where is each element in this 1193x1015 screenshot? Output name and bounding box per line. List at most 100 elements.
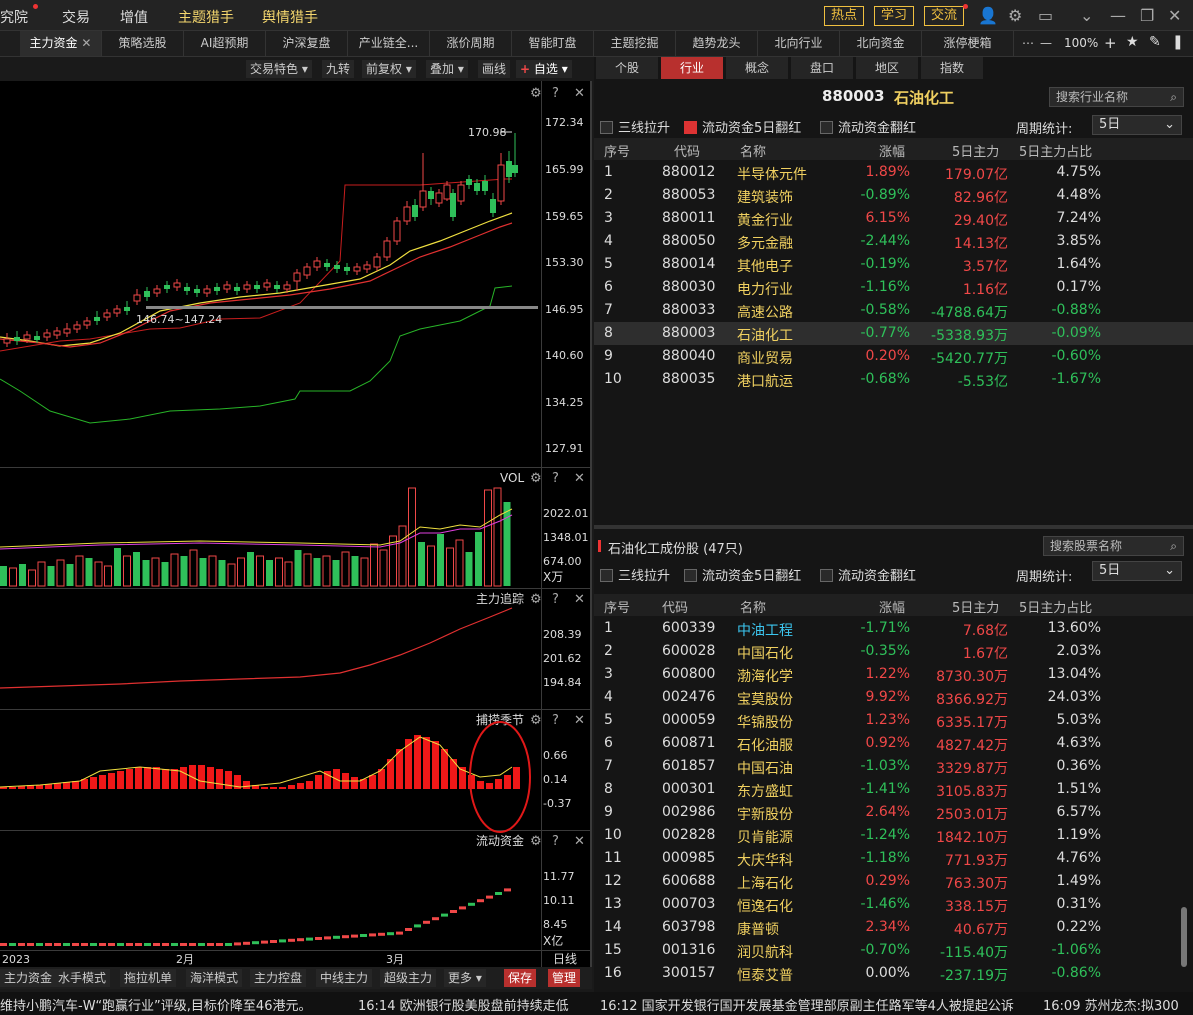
table-row[interactable]: 12 600688 上海石化 0.29% 763.30万 1.49%: [594, 870, 1193, 893]
more-icon[interactable]: ⋯: [1022, 36, 1034, 50]
close-icon[interactable]: ✕: [81, 36, 91, 50]
bookmark-icon[interactable]: ❚: [1172, 34, 1184, 50]
tab-region[interactable]: 地区: [856, 57, 918, 79]
table-row[interactable]: 9 880040 商业贸易 0.20% -5420.77万 -0.60%: [594, 345, 1193, 368]
table-row[interactable]: 2 600028 中国石化 -0.35% 1.67亿 2.03%: [594, 640, 1193, 663]
trade-feature-dropdown[interactable]: 交易特色 ▾: [246, 60, 312, 78]
table-row[interactable]: 7 601857 中国石油 -1.03% 3329.87万 0.36%: [594, 755, 1193, 778]
tab-watch[interactable]: 智能盯盘: [512, 31, 594, 56]
checkbox[interactable]: [820, 121, 833, 134]
nav-value-added[interactable]: 增值: [120, 7, 148, 27]
zoom-in-icon[interactable]: +: [1104, 34, 1117, 52]
tab-review[interactable]: 沪深复盘: [266, 31, 348, 56]
overlay-dropdown[interactable]: 叠加 ▾: [426, 60, 468, 78]
checkbox[interactable]: [684, 569, 697, 582]
table-row[interactable]: 10 880035 港口航运 -0.68% -5.53亿 -1.67%: [594, 368, 1193, 391]
scrollbar-thumb[interactable]: [1181, 907, 1187, 967]
filter-three-line[interactable]: 三线拉升: [600, 117, 670, 136]
checkbox[interactable]: [820, 569, 833, 582]
nav-trade[interactable]: 交易: [62, 7, 90, 27]
draw-line-button[interactable]: 画线: [478, 60, 511, 78]
filter-flow-red[interactable]: 流动资金翻红: [820, 565, 916, 584]
tab-chain[interactable]: 产业链全...: [348, 31, 430, 56]
table-row[interactable]: 5 000059 华锦股份 1.23% 6335.17万 5.03%: [594, 709, 1193, 732]
add-watchlist-button[interactable]: + 自选 ▾: [516, 60, 572, 78]
sailor-mode-button[interactable]: 水手模式: [54, 969, 111, 987]
table-row[interactable]: 8 880003 石油化工 -0.77% -5338.93万 -0.09%: [594, 322, 1193, 345]
exchange-button[interactable]: 交流: [924, 6, 965, 26]
checkbox[interactable]: [600, 121, 613, 134]
nav-sentiment-hunter[interactable]: 舆情猎手: [262, 7, 318, 27]
table-row[interactable]: 9 002986 宇新股份 2.64% 2503.01万 6.57%: [594, 801, 1193, 824]
table-row[interactable]: 14 603798 康普顿 2.34% 40.67万 0.22%: [594, 916, 1193, 939]
table-row[interactable]: 13 000703 恒逸石化 -1.46% 338.15万 0.31%: [594, 893, 1193, 916]
table-row[interactable]: 3 880011 黄金行业 6.15% 29.40亿 7.24%: [594, 207, 1193, 230]
ticker-item[interactable]: 维持小鹏汽车-W“跑赢行业”评级,目标价降至46港元。: [0, 995, 311, 1014]
table-row[interactable]: 10 002828 贝肯能源 -1.24% 1842.10万 1.19%: [594, 824, 1193, 847]
main-control-button[interactable]: 主力控盘: [250, 969, 307, 987]
checkbox-checked[interactable]: [684, 121, 697, 134]
chart-area[interactable]: 172.34 165.99 159.65 153.30 146.95 140.6…: [0, 81, 592, 967]
tab-north-industry[interactable]: 北向行业: [758, 31, 840, 56]
nav-research[interactable]: 究院: [0, 7, 28, 27]
table-row[interactable]: 8 000301 东方盛虹 -1.41% 3105.83万 1.51%: [594, 778, 1193, 801]
hot-button[interactable]: 热点: [824, 6, 865, 26]
tab-ai[interactable]: AI超预期: [184, 31, 266, 56]
industry-search-input[interactable]: 搜索行业名称 ⌕: [1049, 87, 1184, 107]
zoom-out-icon[interactable]: —: [1040, 36, 1052, 50]
table-row[interactable]: 16 300157 恒泰艾普 0.00% -237.19万 -0.86%: [594, 962, 1193, 985]
tractor-order-button[interactable]: 拖拉机单: [120, 969, 177, 987]
tab-market[interactable]: 盘口: [791, 57, 853, 79]
table-row[interactable]: 1 880012 半导体元件 1.89% 179.07亿 4.75%: [594, 161, 1193, 184]
period-select[interactable]: 5日 ⌄: [1092, 561, 1182, 581]
filter-flow-5day[interactable]: 流动资金5日翻红: [684, 565, 801, 584]
table-row[interactable]: 4 002476 宝莫股份 9.92% 8366.92万 24.03%: [594, 686, 1193, 709]
adjust-dropdown[interactable]: 前复权 ▾: [362, 60, 416, 78]
tab-industry[interactable]: 行业: [661, 57, 723, 79]
tab-trend-leader[interactable]: 趋势龙头: [676, 31, 758, 56]
ticker-item[interactable]: 16:12 国家开发银行国开发展基金管理部原副主任路军等4人被提起公诉: [600, 995, 1014, 1014]
filter-flow-5day[interactable]: 流动资金5日翻红: [684, 117, 801, 136]
table-row[interactable]: 6 600871 石化油服 0.92% 4827.42万 4.63%: [594, 732, 1193, 755]
filter-flow-red[interactable]: 流动资金翻红: [820, 117, 916, 136]
ocean-mode-button[interactable]: 海洋模式: [186, 969, 243, 987]
nav-theme-hunter[interactable]: 主题猎手: [178, 7, 234, 27]
table-row[interactable]: 5 880014 其他电子 -0.19% 3.57亿 1.64%: [594, 253, 1193, 276]
window-icon[interactable]: ▭: [1038, 6, 1053, 25]
tab-strategy[interactable]: 策略选股: [102, 31, 184, 56]
table-row[interactable]: 6 880030 电力行业 -1.16% 1.16亿 0.17%: [594, 276, 1193, 299]
tab-north-fund[interactable]: 北向资金: [840, 31, 922, 56]
chevron-down-icon[interactable]: ⌄: [1080, 6, 1093, 25]
table-row[interactable]: 4 880050 多元金融 -2.44% 14.13亿 3.85%: [594, 230, 1193, 253]
tab-stock[interactable]: 个股: [596, 57, 658, 79]
mid-term-main-button[interactable]: 中线主力: [316, 969, 373, 987]
more-dropdown[interactable]: 更多 ▾: [444, 969, 486, 987]
tab-concept[interactable]: 概念: [726, 57, 788, 79]
save-button[interactable]: 保存: [504, 969, 537, 987]
pen-icon[interactable]: ✎: [1149, 34, 1161, 50]
table-row[interactable]: 15 001316 润贝航科 -0.70% -115.40万 -1.06%: [594, 939, 1193, 962]
tab-index[interactable]: 指数: [921, 57, 983, 79]
super-main-button[interactable]: 超级主力: [380, 969, 437, 987]
tab-limit-up[interactable]: 涨停梗箱: [922, 31, 1014, 56]
restore-icon[interactable]: ❐: [1140, 6, 1154, 25]
main-fund-indicator-button[interactable]: 主力资金: [0, 969, 57, 987]
close-icon[interactable]: ✕: [1168, 6, 1181, 25]
star-icon[interactable]: ★: [1126, 34, 1139, 50]
stock-search-input[interactable]: 搜索股票名称 ⌕: [1043, 536, 1184, 556]
user-icon[interactable]: 👤: [978, 6, 998, 25]
table-row[interactable]: 11 000985 大庆华科 -1.18% 771.93万 4.76%: [594, 847, 1193, 870]
gear-icon[interactable]: ⚙: [1008, 6, 1022, 25]
period-select[interactable]: 5日 ⌄: [1092, 115, 1182, 135]
tab-main-fund[interactable]: 主力资金 ✕: [20, 31, 102, 56]
table-row[interactable]: 3 600800 渤海化学 1.22% 8730.30万 13.04%: [594, 663, 1193, 686]
table-row[interactable]: 2 880053 建筑装饰 -0.89% 82.96亿 4.48%: [594, 184, 1193, 207]
nine-turn-button[interactable]: 九转: [322, 60, 355, 78]
table-row[interactable]: 1 600339 中油工程 -1.71% 7.68亿 13.60%: [594, 617, 1193, 640]
manage-button[interactable]: 管理: [548, 969, 581, 987]
ticker-item[interactable]: 16:09 苏州龙杰:拟300: [1043, 995, 1179, 1014]
tab-price-cycle[interactable]: 涨价周期: [430, 31, 512, 56]
ticker-item[interactable]: 16:14 欧洲银行股美股盘前持续走低: [358, 995, 569, 1014]
learn-button[interactable]: 学习: [874, 6, 915, 26]
filter-three-line[interactable]: 三线拉升: [600, 565, 670, 584]
